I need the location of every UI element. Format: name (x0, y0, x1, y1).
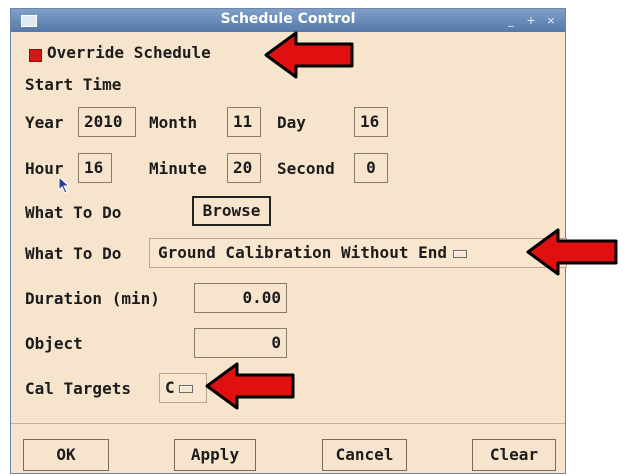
window-title: Schedule Control (220, 11, 356, 27)
object-label: Object (25, 334, 83, 353)
cal-targets-label: Cal Targets (25, 379, 131, 398)
month-label: Month (149, 113, 198, 132)
start-time-heading: Start Time (25, 75, 122, 94)
what-to-do-menu[interactable]: Ground Calibration Without End (149, 238, 567, 268)
clear-button[interactable]: Clear (472, 439, 556, 471)
annotation-arrow (526, 228, 618, 276)
chevron-down-icon (452, 249, 467, 258)
minute-field[interactable]: 20 (227, 153, 261, 183)
chevron-down-icon (178, 384, 193, 393)
year-field[interactable]: 2010 (78, 107, 136, 137)
pointer-cursor-icon (58, 176, 71, 194)
second-field[interactable]: 0 (354, 153, 388, 183)
maximize-icon[interactable]: + (523, 13, 539, 28)
annotation-arrow (264, 31, 354, 79)
second-label: Second (277, 159, 335, 178)
override-label: Override Schedule (47, 43, 211, 62)
duration-label: Duration (min) (25, 289, 160, 308)
what-to-do-menu-label: What To Do (25, 244, 122, 263)
title-bar[interactable]: Schedule Control _ + × (11, 9, 565, 32)
day-label: Day (277, 113, 306, 132)
object-field[interactable]: 0 (194, 328, 287, 358)
minute-label: Minute (149, 159, 207, 178)
duration-field[interactable]: 0.00 (194, 283, 287, 313)
apply-button[interactable]: Apply (174, 439, 256, 471)
cal-targets-value: C (165, 378, 175, 397)
what-to-do-label: What To Do (25, 203, 122, 222)
button-separator (11, 423, 565, 424)
ok-button[interactable]: OK (23, 439, 109, 471)
browse-button[interactable]: Browse (192, 196, 271, 226)
cal-targets-menu[interactable]: C (159, 373, 207, 403)
year-label: Year (25, 113, 64, 132)
minimize-icon[interactable]: _ (503, 13, 519, 28)
close-icon[interactable]: × (543, 13, 559, 28)
month-field[interactable]: 11 (227, 107, 261, 137)
cancel-button[interactable]: Cancel (322, 439, 407, 471)
hour-field[interactable]: 16 (78, 153, 112, 183)
override-checkbox[interactable] (29, 49, 42, 62)
annotation-arrow (205, 362, 295, 410)
what-to-do-value: Ground Calibration Without End (158, 243, 447, 262)
day-field[interactable]: 16 (354, 107, 388, 137)
